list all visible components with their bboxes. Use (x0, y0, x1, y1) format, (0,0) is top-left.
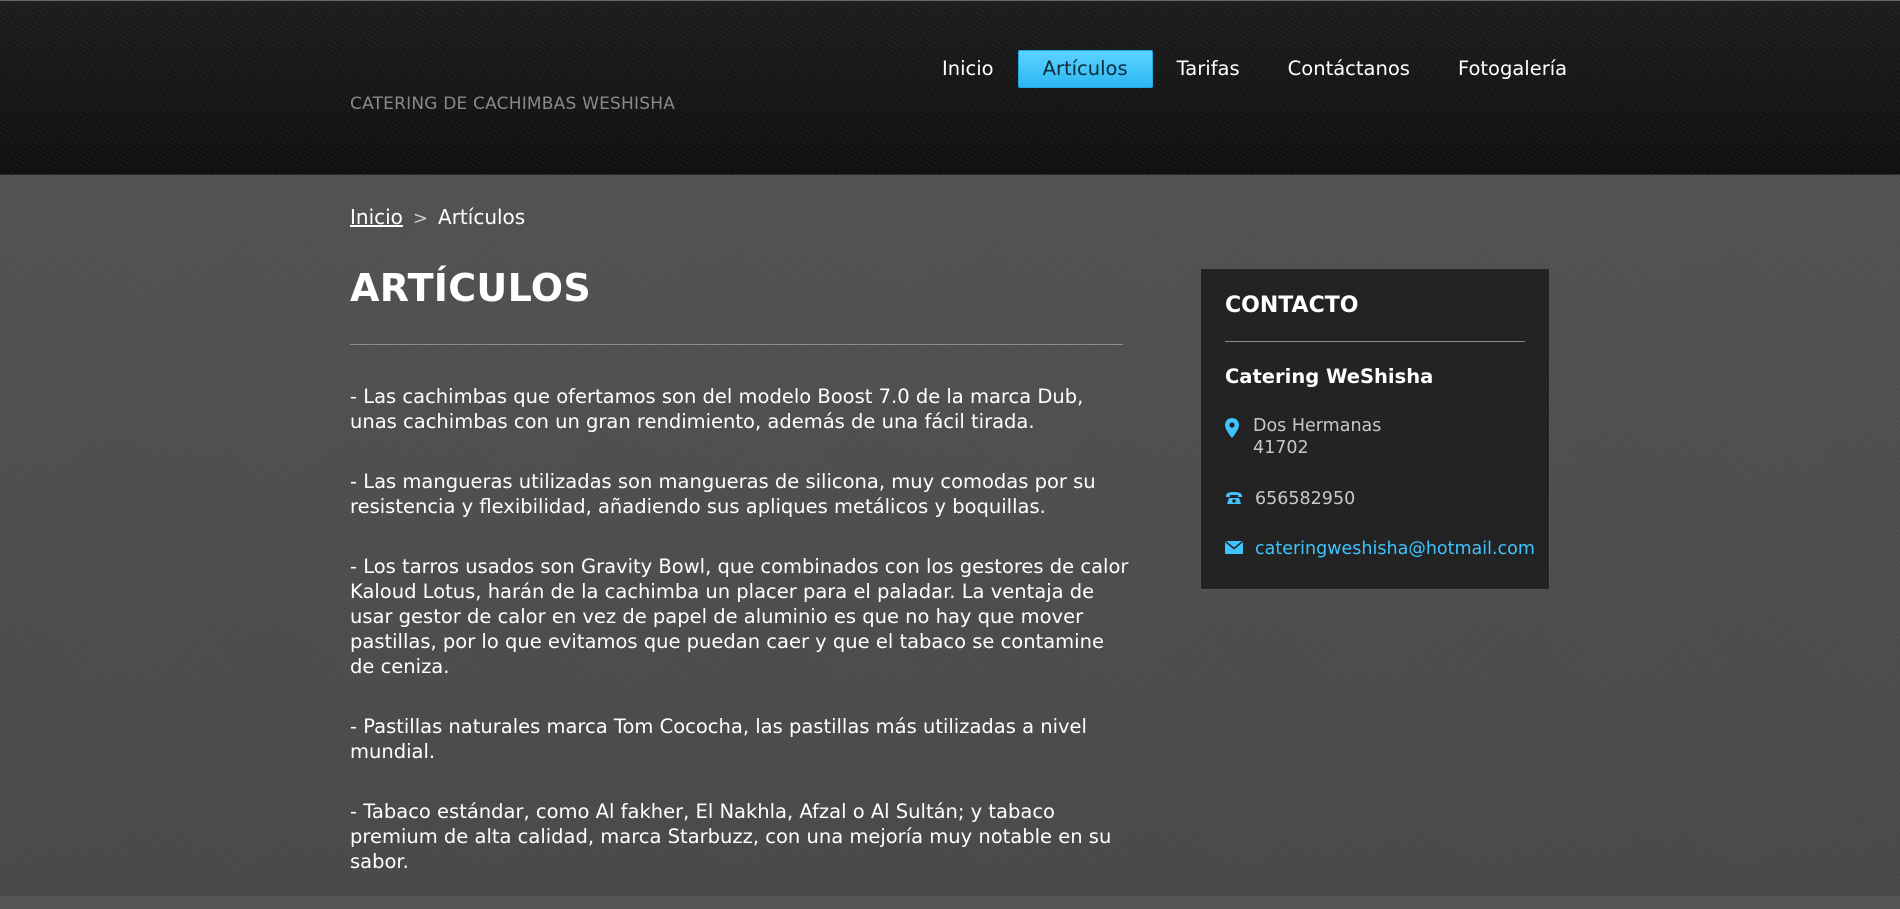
contact-title: CONTACTO (1225, 293, 1359, 318)
article-content: - Las cachimbas que ofertamos son del mo… (350, 384, 1130, 909)
breadcrumb-home-link[interactable]: Inicio (350, 205, 403, 229)
phone-icon (1225, 488, 1251, 505)
contact-email: cateringweshisha@hotmail.com (1225, 538, 1535, 560)
nav-item-tarifas[interactable]: Tarifas (1153, 51, 1264, 87)
address-city: Dos Hermanas (1253, 416, 1382, 436)
contact-phone: 656582950 (1225, 488, 1355, 510)
address-postal-code: 41702 (1253, 438, 1309, 458)
title-divider (350, 344, 1123, 345)
page-title: ARTÍCULOS (350, 266, 591, 310)
breadcrumb: Inicio > Artículos (350, 205, 525, 229)
site-header: CATERING DE CACHIMBAS WESHISHA Inicio Ar… (0, 0, 1900, 175)
nav-item-inicio[interactable]: Inicio (918, 51, 1018, 87)
contact-address: Dos Hermanas 41702 (1225, 415, 1381, 459)
main-nav: Inicio Artículos Tarifas Contáctanos Fot… (918, 50, 1591, 88)
nav-item-fotogaleria[interactable]: Fotogalería (1434, 51, 1591, 87)
phone-number: 656582950 (1255, 489, 1356, 509)
breadcrumb-current: Artículos (438, 205, 526, 229)
article-paragraph: - Pastillas naturales marca Tom Cococha,… (350, 715, 1087, 763)
article-paragraph: - Las mangueras utilizadas son mangueras… (350, 470, 1096, 518)
nav-item-contactanos[interactable]: Contáctanos (1264, 51, 1434, 87)
email-link[interactable]: cateringweshisha@hotmail.com (1255, 538, 1535, 560)
contact-company-name: Catering WeShisha (1225, 365, 1434, 388)
site-name: CATERING DE CACHIMBAS WESHISHA (350, 94, 676, 114)
nav-item-articulos[interactable]: Artículos (1017, 50, 1153, 88)
article-paragraph: - Tabaco estándar, como Al fakher, El Na… (350, 800, 1112, 873)
breadcrumb-separator: > (412, 208, 429, 229)
article-paragraph: - Los tarros usados son Gravity Bowl, qu… (350, 555, 1129, 678)
article-paragraph: - Las cachimbas que ofertamos son del mo… (350, 385, 1084, 433)
envelope-icon (1225, 538, 1251, 554)
map-pin-icon (1225, 415, 1251, 438)
contact-sidebar: CONTACTO Catering WeShisha Dos Hermanas … (1200, 268, 1550, 590)
contact-divider (1225, 341, 1525, 342)
